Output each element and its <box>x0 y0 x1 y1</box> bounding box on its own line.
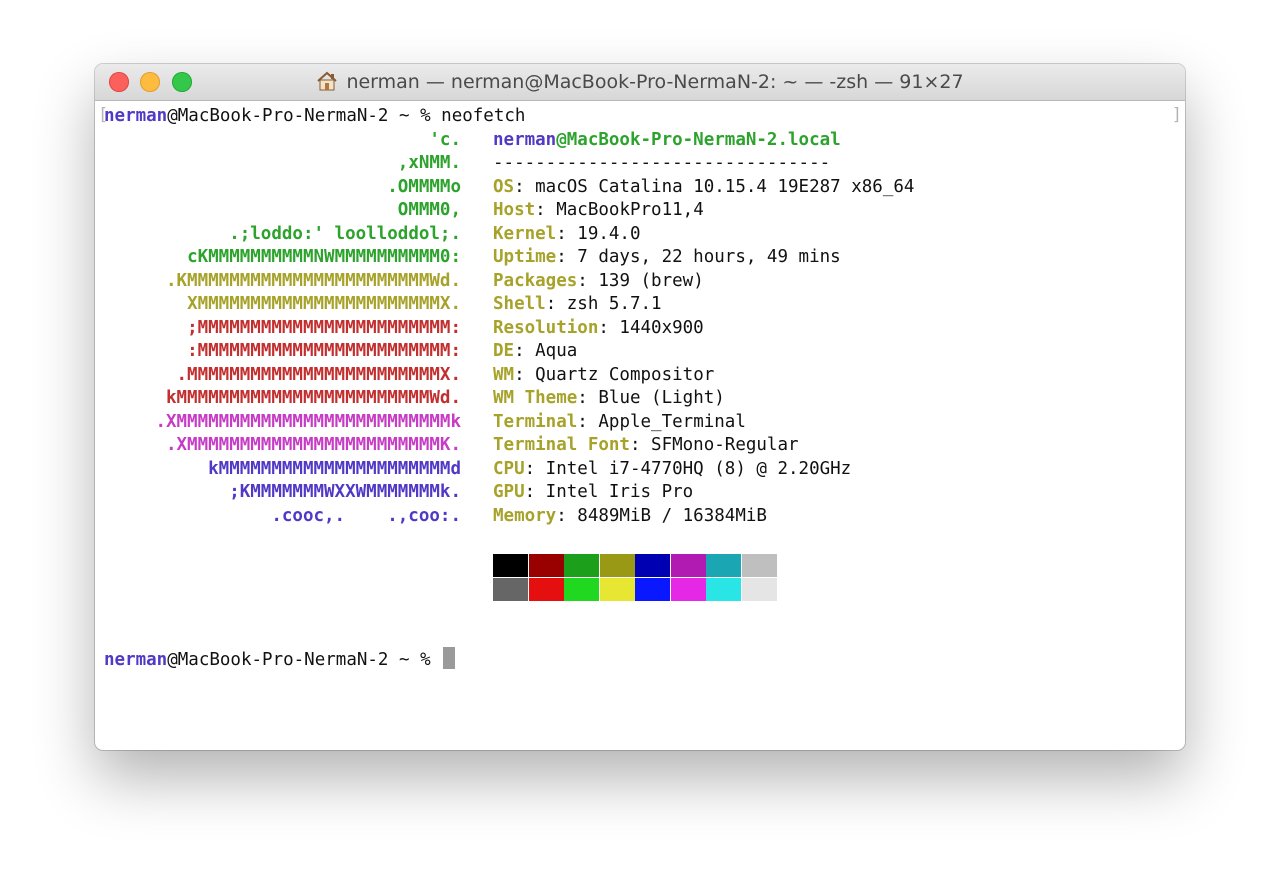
logo-line: .KMMMMMMMMMMMMMMMMMMMMMMMWd. <box>165 270 461 291</box>
logo-line: kMMMMMMMMMMMMMMMMMMMMMMd <box>208 458 461 479</box>
info-value: : Blue (Light) <box>577 388 725 408</box>
logo-line: :MMMMMMMMMMMMMMMMMMMMMMMM: <box>187 341 461 361</box>
info-value: : Intel i7-4770HQ (8) @ 2.20GHz <box>524 458 852 479</box>
info-key: DE <box>493 341 515 361</box>
palette-swatch-bright-5 <box>670 577 706 601</box>
palette-swatch-bright-0 <box>493 577 528 601</box>
info-key: CPU <box>493 458 525 479</box>
info-value: : MacBookPro11,4 <box>535 200 704 220</box>
palette-swatch-bright-7 <box>741 577 777 601</box>
info-row: CPU: Intel i7-4770HQ (8) @ 2.20GHz <box>493 458 851 482</box>
info-row: Terminal Font: SFMono-Regular <box>493 434 799 458</box>
terminal-window[interactable]: nerman — nerman@MacBook-Pro-NermaN-2: ~ … <box>95 64 1185 750</box>
info-key: Terminal <box>493 411 578 432</box>
info-value: : Apple_Terminal <box>577 411 746 432</box>
info-key: Terminal Font <box>493 435 630 455</box>
mark-bracket-right: ] <box>1171 105 1182 125</box>
prompt-host: @MacBook-Pro-NermaN-2 ~ % <box>167 650 442 670</box>
palette-swatch-normal-3 <box>599 554 635 577</box>
palette-swatch-normal-1 <box>528 554 564 577</box>
info-key: Host <box>493 200 536 220</box>
info-key: Uptime <box>493 247 557 267</box>
info-row: Kernel: 19.4.0 <box>493 223 641 247</box>
prompt-user: nerman <box>104 650 168 670</box>
info-key: Memory <box>493 505 557 526</box>
info-row: Uptime: 7 days, 22 hours, 49 mins <box>493 246 841 270</box>
info-row: Terminal: Apple_Terminal <box>493 411 746 435</box>
logo-line: .cooc,. .,coo:. <box>271 505 461 526</box>
info-value: : zsh 5.7.1 <box>545 294 662 314</box>
info-value: : macOS Catalina 10.15.4 19E287 x86_64 <box>514 176 915 197</box>
home-icon <box>316 71 338 96</box>
info-key: Packages <box>493 270 578 291</box>
logo-line: cKMMMMMMMMMMNWMMMMMMMMMM0: <box>187 247 461 267</box>
palette-swatch-normal-6 <box>706 554 741 577</box>
info-row: Packages: 139 (brew) <box>493 270 704 294</box>
info-row: OS: macOS Catalina 10.15.4 19E287 x86_64 <box>493 176 914 200</box>
info-separator: -------------------------------- <box>493 153 831 173</box>
logo-line: ;KMMMMMMMWXXWMMMMMMMk. <box>229 482 461 502</box>
info-value: : 139 (brew) <box>577 270 704 291</box>
logo-line: XMMMMMMMMMMMMMMMMMMMMMMMX. <box>187 294 461 314</box>
palette-swatch-bright-6 <box>706 577 741 601</box>
info-host: @MacBook-Pro-NermaN-2.local <box>556 129 841 150</box>
info-key: Shell <box>493 294 546 314</box>
info-value: : 19.4.0 <box>556 223 641 244</box>
palette-swatch-bright-3 <box>599 577 635 601</box>
info-user: nerman <box>493 129 557 150</box>
info-row: WM: Quartz Compositor <box>493 364 714 388</box>
window-title-text: nerman — nerman@MacBook-Pro-NermaN-2: ~ … <box>346 71 964 93</box>
info-key: OS <box>493 176 515 197</box>
palette-swatch-bright-1 <box>528 577 564 601</box>
info-value: : Intel Iris Pro <box>524 482 694 502</box>
info-row: GPU: Intel Iris Pro <box>493 481 693 505</box>
info-key: GPU <box>493 482 525 502</box>
info-row: Resolution: 1440x900 <box>493 317 704 341</box>
info-value: : Aqua <box>514 341 578 361</box>
logo-line: .MMMMMMMMMMMMMMMMMMMMMMMMX. <box>176 364 461 385</box>
palette-swatch-normal-4 <box>635 554 670 577</box>
logo-line: .OMMMMo <box>387 176 461 197</box>
info-key: Resolution <box>493 317 599 338</box>
logo-line: .XMMMMMMMMMMMMMMMMMMMMMMMMMMk <box>155 411 461 432</box>
info-row: Shell: zsh 5.7.1 <box>493 293 662 317</box>
logo-line: kMMMMMMMMMMMMMMMMMMMMMMMMWd. <box>165 388 461 408</box>
info-value: : 8489MiB / 16384MiB <box>556 505 767 526</box>
info-value: : Quartz Compositor <box>514 364 715 385</box>
info-row: DE: Aqua <box>493 340 577 364</box>
logo-line: ;MMMMMMMMMMMMMMMMMMMMMMMM: <box>187 317 461 338</box>
palette-swatch-normal-0 <box>493 554 528 577</box>
prompt-line-2[interactable]: nerman@MacBook-Pro-NermaN-2 ~ % <box>104 647 456 671</box>
info-row: WM Theme: Blue (Light) <box>493 387 725 411</box>
logo-line: .XMMMMMMMMMMMMMMMMMMMMMMMMK. <box>165 435 461 455</box>
palette-swatch-bright-4 <box>635 577 670 601</box>
neofetch-apple-logo: 'c. ,xNMM. .OMMMMo OMMM0, .;loddo:' loollodd… <box>95 101 461 526</box>
logo-line: ,xNMM. <box>397 153 461 173</box>
info-value: : 7 days, 22 hours, 49 mins <box>556 247 841 267</box>
logo-line: .;loddo:' loolloddol;. <box>229 223 461 244</box>
info-key: WM <box>493 364 515 385</box>
info-key: WM Theme <box>493 388 578 408</box>
info-title: nerman@MacBook-Pro-NermaN-2.local <box>493 129 841 153</box>
palette-swatch-normal-2 <box>564 554 599 577</box>
text-cursor[interactable] <box>443 647 456 669</box>
terminal-content[interactable]: [ ] nerman@MacBook-Pro-NermaN-2 ~ % neof… <box>95 101 1185 750</box>
logo-line: OMMM0, <box>397 200 461 220</box>
info-row: Memory: 8489MiB / 16384MiB <box>493 505 767 529</box>
title-bar[interactable]: nerman — nerman@MacBook-Pro-NermaN-2: ~ … <box>95 64 1185 101</box>
window-title: nerman — nerman@MacBook-Pro-NermaN-2: ~ … <box>95 71 1185 96</box>
info-row: Host: MacBookPro11,4 <box>493 199 704 223</box>
palette-swatch-normal-5 <box>670 554 706 577</box>
palette-swatch-normal-7 <box>741 554 777 577</box>
info-value: : 1440x900 <box>598 317 704 338</box>
palette-swatch-bright-2 <box>564 577 599 601</box>
info-key: Kernel <box>493 223 557 244</box>
logo-line: 'c. <box>429 129 461 150</box>
info-value: : SFMono-Regular <box>629 435 799 455</box>
